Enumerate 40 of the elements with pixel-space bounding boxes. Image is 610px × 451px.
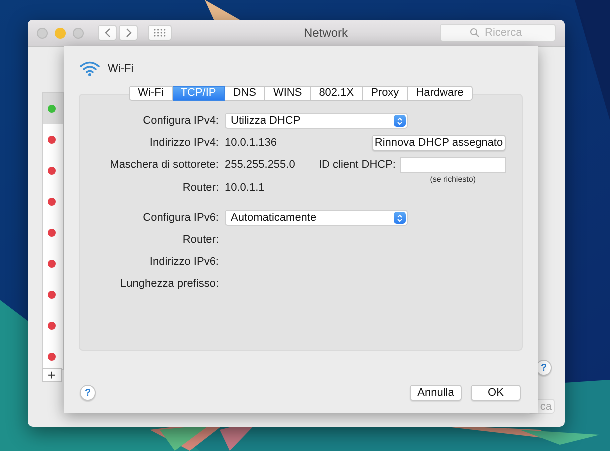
search-icon xyxy=(470,28,480,38)
ok-button[interactable]: OK xyxy=(471,385,521,401)
back-icon xyxy=(104,28,110,38)
add-button[interactable]: + xyxy=(42,368,62,382)
back-button[interactable] xyxy=(98,25,117,41)
search-field[interactable]: Ricerca xyxy=(440,24,556,42)
tab[interactable]: DNS xyxy=(225,86,266,101)
field-label: Maschera di sottorete: xyxy=(109,159,219,171)
forward-button[interactable] xyxy=(119,25,138,41)
stepper-icon xyxy=(394,212,406,224)
field-label: ID client DHCP: xyxy=(318,159,396,171)
wifi-icon xyxy=(79,61,101,77)
field-label: Router: xyxy=(182,182,219,194)
tab[interactable]: Hardware xyxy=(408,86,473,101)
renew-dhcp-button[interactable]: Rinnova DHCP assegnato xyxy=(372,135,506,151)
interface-name: Wi-Fi xyxy=(108,63,134,75)
forward-icon xyxy=(126,28,132,38)
window-title: Network xyxy=(302,26,349,40)
field-label: Lunghezza prefisso: xyxy=(120,278,219,290)
field-label: Indirizzo IPv4: xyxy=(148,137,219,149)
stepper-icon xyxy=(394,115,406,127)
field-label: Router: xyxy=(182,234,219,246)
field-value: 10.0.1.1 xyxy=(225,182,265,194)
field-label: Indirizzo IPv6: xyxy=(148,256,219,268)
field-label: Configura IPv4: xyxy=(142,115,219,127)
tab[interactable]: WINS xyxy=(265,86,312,101)
help-button[interactable]: ? xyxy=(80,385,96,401)
tab[interactable]: 802.1X xyxy=(311,86,364,101)
field-hint: (se richiesto) xyxy=(430,175,476,184)
tab[interactable]: Wi-Fi xyxy=(129,86,173,101)
client-id-field[interactable] xyxy=(400,157,506,173)
field-value: 10.0.1.136 xyxy=(225,137,277,149)
field-label: Configura IPv6: xyxy=(142,212,219,224)
dropdown[interactable]: Utilizza DHCP xyxy=(225,113,408,129)
cancel-button[interactable]: Annulla xyxy=(410,385,462,401)
show-all-button[interactable] xyxy=(148,25,172,41)
grid-icon xyxy=(154,29,166,37)
tab[interactable]: Proxy xyxy=(363,86,408,101)
field-value: 255.255.255.0 xyxy=(225,159,296,171)
dropdown[interactable]: Automaticamente xyxy=(225,210,408,226)
